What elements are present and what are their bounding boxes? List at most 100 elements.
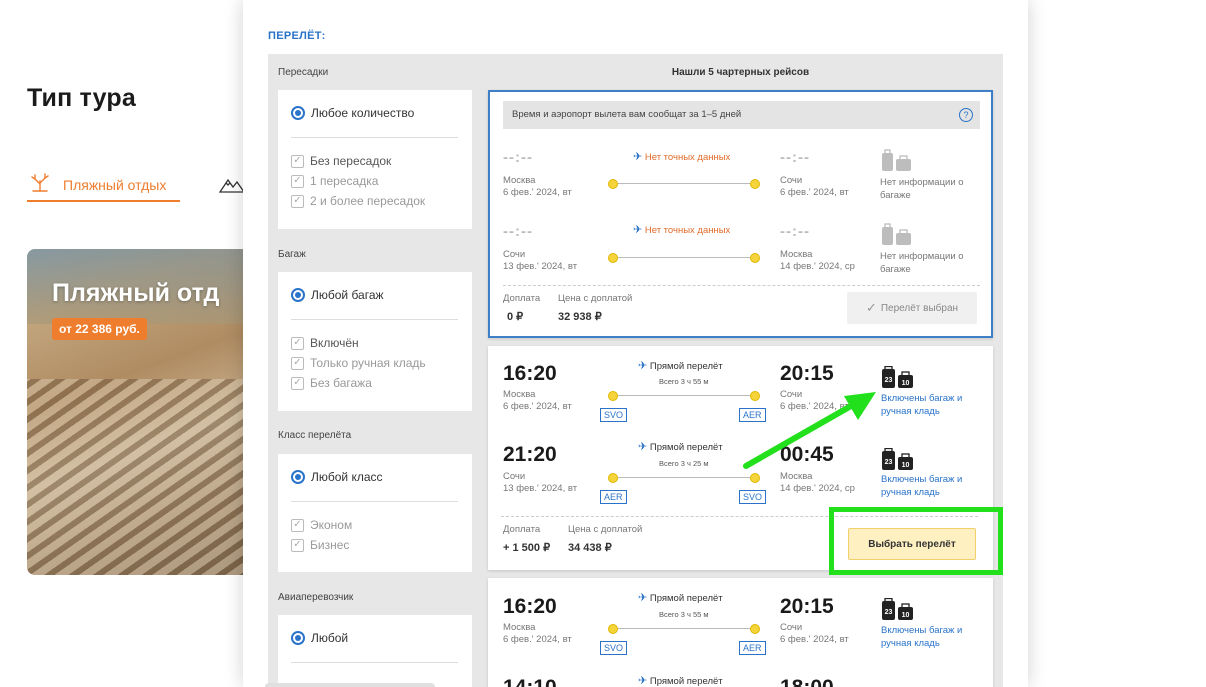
highlight-box	[829, 507, 1003, 575]
baggage-included-link[interactable]: Включены багаж и ручная кладь	[881, 392, 981, 418]
checkbox-one-transfer[interactable]: ✓ 1 пересадка	[291, 174, 378, 188]
flight-card-3[interactable]: 16:20 Москва 6 фев.' 2024, вт ✈ Прямой п…	[488, 578, 993, 687]
section-title: ПЕРЕЛЁТ:	[268, 30, 326, 42]
svg-text:10: 10	[902, 612, 910, 619]
checkbox-baggage-included[interactable]: ✓ Включён	[291, 336, 359, 350]
total-label: Цена с доплатой	[558, 293, 633, 304]
radio-icon	[291, 631, 305, 645]
radio-class-any[interactable]: Любой класс	[291, 470, 383, 484]
coral-icon	[27, 172, 53, 194]
plane-icon: ✈	[633, 151, 643, 163]
flight-label-text: Нет точных данных	[644, 225, 731, 236]
flight-duration: Всего 3 ч 25 м	[659, 459, 709, 468]
divider	[291, 319, 458, 320]
checkmark-icon: ✓	[865, 300, 877, 315]
airport-code: AER	[739, 641, 766, 655]
dep-time: --:--	[503, 223, 533, 240]
checkbox-business[interactable]: ✓ Бизнес	[291, 538, 349, 552]
flight-label: ✈ Прямой перелёт	[638, 440, 723, 453]
card-price-badge: от 22 386 руб.	[52, 318, 147, 340]
arr-time: --:--	[780, 149, 810, 166]
baggage-unknown-icon	[880, 223, 912, 245]
filter-baggage: Любой багаж ✓ Включён ✓ Только ручная клад…	[278, 272, 472, 411]
route-line	[608, 621, 760, 637]
arr-time: --:--	[780, 223, 810, 240]
dep-city: Москва	[503, 622, 536, 633]
check-icon: ✓	[291, 376, 304, 390]
tab-beach[interactable]: Пляжный отдых	[27, 172, 180, 202]
filter-airline-label: Авиаперевозчик	[278, 592, 354, 603]
scroll-indicator[interactable]	[265, 683, 435, 687]
surcharge-value: + 1 500 ₽	[503, 542, 551, 554]
flight-card-selected[interactable]: Время и аэропорт вылета вам сообщат за 1…	[488, 90, 993, 338]
dep-time: 16:20	[503, 595, 557, 618]
card-image-umbrellas	[27, 379, 244, 575]
airport-code: SVO	[600, 408, 628, 422]
check-icon: ✓	[291, 518, 304, 532]
info-bar: Время и аэропорт вылета вам сообщат за 1…	[503, 101, 980, 129]
checkbox-label: Без багажа	[310, 376, 372, 390]
radio-transfers-any[interactable]: Любое количество	[291, 106, 414, 120]
plane-icon: ✈	[638, 360, 648, 372]
arr-city: Сочи	[780, 175, 803, 186]
flight-label: ✈ Прямой перелёт	[638, 359, 723, 372]
checkbox-label: Только ручная кладь	[310, 356, 426, 370]
plane-return-icon: ✈	[633, 224, 643, 236]
svg-text:10: 10	[902, 380, 910, 387]
checkbox-no-transfers[interactable]: ✓ Без пересадок	[291, 154, 391, 168]
checkbox-label: Включён	[310, 336, 359, 350]
divider	[291, 501, 458, 502]
radio-label: Любой багаж	[311, 288, 384, 302]
radio-baggage-any[interactable]: Любой багаж	[291, 288, 384, 302]
baggage-included-link[interactable]: Включены багаж и ручная кладь	[881, 473, 981, 499]
radio-icon	[291, 470, 305, 484]
flight-label-text: Прямой перелёт	[649, 593, 723, 604]
surcharge-value: 0 ₽	[507, 311, 524, 323]
dep-date: 6 фев.' 2024, вт	[503, 187, 572, 198]
dep-time: 14:10	[503, 676, 557, 687]
flight-label: ✈ Прямой перелёт	[638, 674, 723, 687]
baggage-included-link[interactable]: Включены багаж и ручная кладь	[881, 624, 981, 650]
filter-class: Любой класс ✓ Эконом ✓ Бизнес	[278, 454, 472, 572]
dep-date: 6 фев.' 2024, вт	[503, 401, 572, 412]
filter-class-label: Класс перелёта	[278, 430, 352, 441]
checkbox-hand-only[interactable]: ✓ Только ручная кладь	[291, 356, 426, 370]
checkbox-label: Бизнес	[310, 538, 350, 552]
help-icon[interactable]: ?	[959, 108, 973, 122]
radio-airline-any[interactable]: Любой	[291, 631, 348, 645]
check-icon: ✓	[291, 194, 304, 208]
flight-selected-button[interactable]: ✓ Перелёт выбран	[847, 292, 977, 324]
tab-beach-label: Пляжный отдых	[63, 177, 167, 193]
checkbox-two-transfers[interactable]: ✓ 2 и более пересадок	[291, 194, 425, 208]
baggage-text: Нет информации о багаже	[880, 251, 964, 275]
results-count: Нашли 5 чартерных рейсов	[671, 67, 810, 78]
dep-date: 6 фев.' 2024, вт	[503, 634, 572, 645]
divider	[291, 662, 458, 663]
dep-city: Сочи	[503, 249, 526, 260]
total-label: Цена с доплатой	[568, 524, 643, 535]
filter-transfers: Любое количество ✓ Без пересадок ✓ 1 перес…	[278, 90, 472, 229]
total-value: 32 938 ₽	[558, 311, 602, 323]
checkbox-no-baggage[interactable]: ✓ Без багажа	[291, 376, 372, 390]
checkbox-economy[interactable]: ✓ Эконом	[291, 518, 352, 532]
flight-duration: Всего 3 ч 55 м	[659, 610, 709, 619]
dep-date: 13 фев.' 2024, вт	[503, 483, 578, 494]
route-line	[608, 388, 760, 404]
tour-card-beach[interactable]: Пляжный отд от 22 386 руб.	[27, 249, 244, 575]
flight-label-text: Прямой перелёт	[649, 442, 723, 453]
surcharge-label: Доплата	[503, 293, 541, 304]
flight-label: ✈ Нет точных данных	[633, 150, 730, 163]
checkbox-label: 2 и более пересадок	[310, 194, 426, 208]
dep-city: Москва	[503, 175, 536, 186]
dep-time: --:--	[503, 149, 533, 166]
arr-city: Сочи	[780, 389, 803, 400]
svg-text:23: 23	[885, 377, 893, 384]
baggage-unknown-icon	[880, 149, 912, 171]
flight-label: ✈ Прямой перелёт	[638, 591, 723, 604]
airport-code: AER	[739, 408, 766, 422]
route-line	[608, 250, 760, 266]
total-value: 34 438 ₽	[568, 542, 612, 554]
mountains-icon[interactable]	[218, 172, 246, 198]
dep-city: Сочи	[503, 471, 526, 482]
page-title: Тип тура	[27, 84, 136, 112]
